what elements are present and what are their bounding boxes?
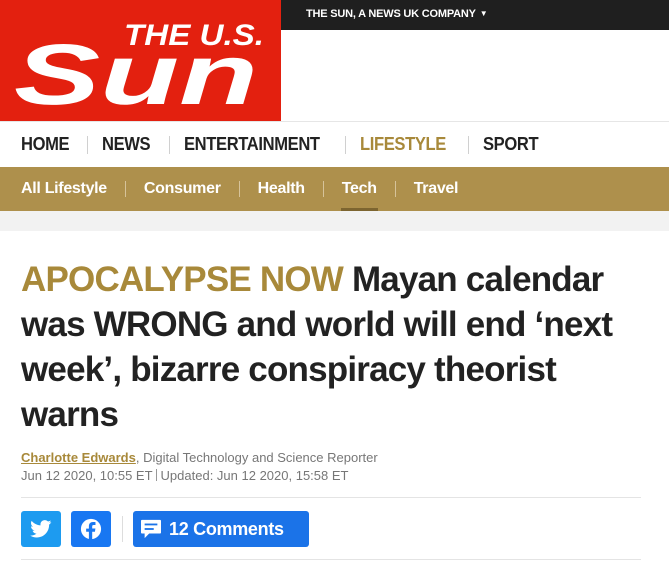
share-divider-top bbox=[21, 497, 641, 498]
headline-kicker: APOCALYPSE NOW bbox=[21, 260, 344, 299]
subnav-divider bbox=[322, 181, 324, 197]
comment-bubble-icon bbox=[141, 519, 161, 539]
nav-item-home[interactable]: HOME bbox=[21, 134, 70, 155]
nav-item-lifestyle[interactable]: LIFESTYLE bbox=[360, 134, 446, 155]
nav-divider bbox=[345, 135, 347, 154]
top-bar: THE SUN, A NEWS UK COMPANY ▼ bbox=[281, 0, 669, 30]
subnav-item-travel[interactable]: Travel bbox=[414, 180, 459, 198]
sun-logo[interactable]: THE U.S. Sun bbox=[0, 0, 281, 121]
article: APOCALYPSE NOW Mayan calendar was WRONG … bbox=[0, 231, 669, 567]
nav-item-entertainment[interactable]: ENTERTAINMENT bbox=[184, 134, 320, 155]
subnav-item-health[interactable]: Health bbox=[258, 180, 305, 198]
author-role: , Digital Technology and Science Reporte… bbox=[135, 450, 378, 465]
subnav-divider bbox=[238, 181, 240, 197]
published-date: Jun 12 2020, 10:55 ET bbox=[21, 468, 153, 483]
nav-item-news[interactable]: NEWS bbox=[102, 134, 151, 155]
share-separator bbox=[122, 516, 123, 542]
twitter-icon bbox=[30, 520, 52, 538]
updated-date: Updated: Jun 12 2020, 15:58 ET bbox=[160, 468, 349, 483]
nav-divider bbox=[87, 135, 89, 154]
article-dates: Jun 12 2020, 10:55 ET Updated: Jun 12 202… bbox=[21, 468, 348, 483]
section-gap bbox=[0, 211, 669, 231]
subnav-divider bbox=[394, 181, 396, 197]
subnav-item-tech[interactable]: Tech bbox=[340, 180, 378, 212]
nav-divider bbox=[168, 135, 170, 154]
caret-down-icon: ▼ bbox=[479, 9, 488, 18]
subnav-item-consumer[interactable]: Consumer bbox=[144, 180, 221, 198]
nav-divider bbox=[467, 135, 469, 154]
byline: Charlotte Edwards, Digital Technology an… bbox=[21, 450, 378, 465]
twitter-share-button[interactable] bbox=[21, 511, 61, 547]
author-link[interactable]: Charlotte Edwards bbox=[21, 450, 136, 465]
news-uk-link[interactable]: THE SUN, A NEWS UK COMPANY ▼ bbox=[306, 8, 488, 20]
subnav-item-all-lifestyle[interactable]: All Lifestyle bbox=[21, 180, 107, 198]
logo-text-large: Sun bbox=[14, 27, 258, 121]
sub-nav: All Lifestyle Consumer Health Tech Trave… bbox=[0, 167, 669, 212]
facebook-icon bbox=[80, 518, 102, 540]
facebook-share-button[interactable] bbox=[71, 511, 111, 547]
news-uk-link-label: THE SUN, A NEWS UK COMPANY bbox=[306, 8, 476, 20]
comments-label: 12 Comments bbox=[169, 518, 284, 539]
subnav-divider bbox=[124, 181, 126, 197]
comments-button[interactable]: 12 Comments bbox=[133, 511, 309, 547]
nav-item-sport[interactable]: SPORT bbox=[483, 134, 539, 155]
main-nav: HOME NEWS ENTERTAINMENT LIFESTYLE SPORT bbox=[0, 121, 669, 167]
sun-logo-mark: THE U.S. Sun bbox=[0, 0, 281, 121]
date-divider bbox=[155, 469, 157, 481]
site-header: THE U.S. Sun THE SUN, A NEWS UK COMPANY ▼ bbox=[0, 0, 669, 121]
article-headline: APOCALYPSE NOW Mayan calendar was WRONG … bbox=[21, 257, 641, 437]
share-divider-bottom bbox=[21, 559, 641, 560]
